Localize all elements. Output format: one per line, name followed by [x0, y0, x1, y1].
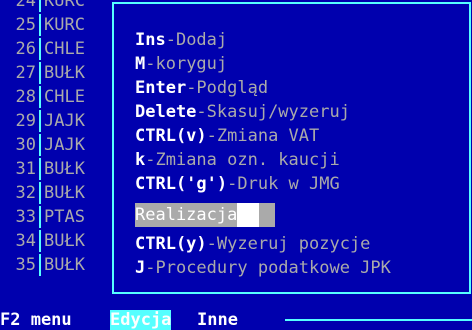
- row-code: CHLE: [44, 39, 85, 59]
- menu-item-key: k: [135, 150, 146, 170]
- row-number: 34: [15, 231, 36, 251]
- column-separator: [39, 0, 41, 12]
- f2-menu-label[interactable]: F2 menu: [0, 310, 72, 330]
- column-separator: [39, 158, 41, 180]
- bottom-divider: [285, 319, 472, 321]
- row-code: BUŁK: [44, 183, 85, 203]
- menu-item-jpk-procedures[interactable]: J-Procedury podatkowe JPK: [135, 256, 391, 280]
- list-item[interactable]: 25 KURC: [0, 14, 120, 36]
- row-number: 24: [15, 0, 36, 11]
- menu-item-label: -Skasuj/wyzeruj: [196, 102, 350, 122]
- menu-item-preview[interactable]: Enter-Podgląd: [135, 76, 268, 100]
- menu-item-change-deposit[interactable]: k-Zmiana ozn. kaucji: [135, 148, 340, 172]
- menu-item-label: -Zmiana ozn. kaucji: [145, 150, 340, 170]
- menu-item-delete[interactable]: Delete-Skasuj/wyzeruj: [135, 100, 350, 124]
- row-code: BUŁK: [44, 255, 85, 275]
- column-separator: [39, 134, 41, 156]
- menu-item-key: CTRL(y): [135, 234, 207, 254]
- list-item[interactable]: 26 CHLE: [0, 38, 120, 60]
- column-separator: [39, 206, 41, 228]
- menu-item-change-vat[interactable]: CTRL(v)-Zmiana VAT: [135, 124, 319, 148]
- row-number: 30: [15, 135, 36, 155]
- list-item[interactable]: 35 BUŁK: [0, 254, 120, 276]
- menu-item-add[interactable]: Ins-Dodaj: [135, 28, 227, 52]
- list-item[interactable]: 29 JAJK: [0, 110, 120, 132]
- column-separator: [39, 110, 41, 132]
- row-code: JAJK: [44, 135, 85, 155]
- column-separator: [39, 38, 41, 60]
- menu-item-key: M: [135, 54, 146, 74]
- menu-edycja[interactable]: Edycja: [110, 310, 172, 330]
- row-number: 31: [15, 159, 36, 179]
- menu-item-key: J: [135, 258, 146, 278]
- list-item[interactable]: 32 BUŁK: [0, 182, 120, 204]
- menu-item-realization[interactable]: Realizacja: [135, 203, 275, 227]
- menu-item-key: CTRL(v): [135, 126, 207, 146]
- row-code: KURC: [44, 15, 85, 35]
- row-code: JAJK: [44, 111, 85, 131]
- row-number: 28: [15, 87, 36, 107]
- row-code: BUŁK: [44, 231, 85, 251]
- list-item[interactable]: 31 BUŁK: [0, 158, 120, 180]
- menu-item-label: -Wyzeruj pozycje: [206, 234, 371, 254]
- menu-item-key: Enter: [135, 78, 187, 98]
- row-number: 33: [15, 207, 36, 227]
- row-code: BUŁK: [44, 63, 85, 83]
- menu-item-label: -koryguj: [145, 54, 228, 74]
- row-code: BUŁK: [44, 159, 85, 179]
- row-code: KURC: [44, 0, 85, 11]
- list-item[interactable]: 34 BUŁK: [0, 230, 120, 252]
- menu-item-label: -Dodaj: [165, 30, 228, 50]
- column-separator: [39, 62, 41, 84]
- menu-item-label: -Druk w JMG: [227, 174, 340, 194]
- menu-item-print-jmg[interactable]: CTRL('g')-Druk w JMG: [135, 172, 340, 196]
- list-item[interactable]: 27 BUŁK: [0, 62, 120, 84]
- menu-item-correct[interactable]: M-koryguj: [135, 52, 227, 76]
- list-item[interactable]: 24 KURC: [0, 0, 120, 12]
- menu-item-label: Realizacja: [135, 205, 238, 225]
- menu-item-key: CTRL('g'): [135, 174, 228, 194]
- bottom-menu-bar: F2 menu Edycja Inne: [0, 310, 472, 330]
- column-separator: [39, 230, 41, 252]
- selection-cursor: [237, 203, 260, 227]
- column-separator: [39, 14, 41, 36]
- row-number: 26: [15, 39, 36, 59]
- menu-item-key: Ins: [135, 30, 166, 50]
- column-separator: [39, 182, 41, 204]
- row-code: CHLE: [44, 87, 85, 107]
- menu-item-reset-positions[interactable]: CTRL(y)-Wyzeruj pozycje: [135, 232, 370, 256]
- list-item[interactable]: 33 PTAS: [0, 206, 120, 228]
- row-number: 25: [15, 15, 36, 35]
- list-item[interactable]: 28 CHLE: [0, 86, 120, 108]
- column-separator: [39, 86, 41, 108]
- row-number: 29: [15, 111, 36, 131]
- menu-item-label: -Zmiana VAT: [206, 126, 320, 146]
- menu-inne[interactable]: Inne: [197, 310, 238, 330]
- column-separator: [39, 254, 41, 276]
- list-item[interactable]: 30 JAJK: [0, 134, 120, 156]
- row-number: 35: [15, 255, 36, 275]
- menu-item-label: -Podgląd: [186, 78, 269, 98]
- menu-item-label: -Procedury podatkowe JPK: [145, 258, 391, 278]
- record-list: 24 KURC 25 KURC 26 CHLE 27 BUŁK 28 CHLE 29 JAJ…: [0, 0, 120, 310]
- row-code: PTAS: [44, 207, 85, 227]
- row-number: 32: [15, 183, 36, 203]
- menu-item-key: Delete: [135, 102, 197, 122]
- row-number: 27: [15, 63, 36, 83]
